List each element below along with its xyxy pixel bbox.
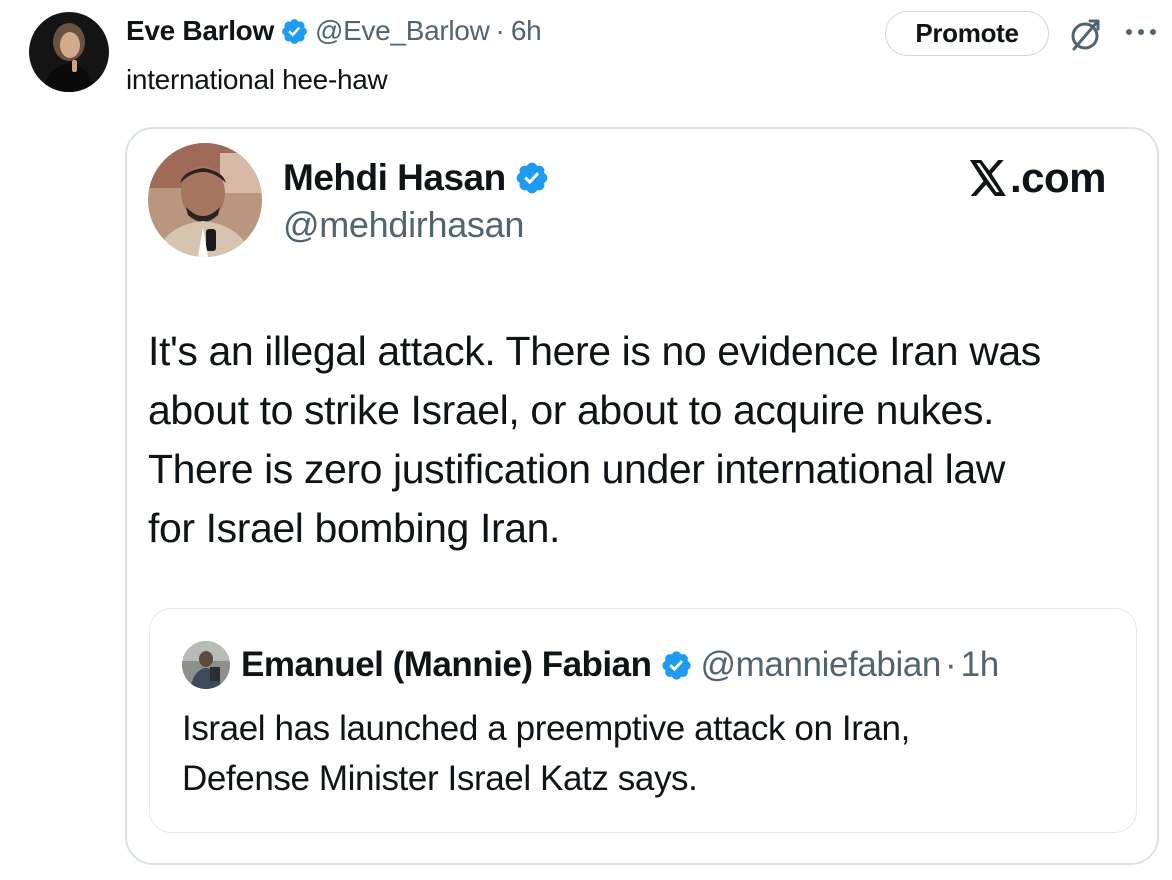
emanuel-fabian-avatar [182,641,230,689]
tweet-text-line: There is zero justification under intern… [148,446,1005,492]
verified-badge-icon [660,649,693,682]
tweet-text: international hee-haw [126,64,388,95]
screenshot-author-line: Mehdi Hasan [283,155,550,201]
brand-suffix: .com [1010,154,1107,201]
separator-dot: · [944,645,957,684]
quoted-author-line: Emanuel (Mannie) Fabian @manniefabian · … [241,642,999,688]
tweet-text-line: It's an illegal attack. There is no evid… [148,328,1041,374]
x-com-logo: .com [968,153,1107,203]
quoted-tweet-text: Israel has launched a preemptive attack … [182,704,910,804]
verified-badge-icon [280,17,309,46]
screenshot-author-handle: @mehdirhasan [283,204,525,245]
verified-badge-icon [514,160,550,196]
analytics-icon[interactable] [1066,16,1104,54]
quoted-text-line: Israel has launched a preemptive attack … [182,709,910,748]
tweet-timestamp[interactable]: 6h [511,15,542,47]
screenshot-tweet-text: It's an illegal attack. There is no evid… [148,322,1138,558]
author-name[interactable]: Eve Barlow [126,15,274,47]
author-handle[interactable]: @Eve_Barlow [315,15,490,47]
x-logo-icon [968,160,1008,196]
eve-barlow-avatar[interactable] [29,12,109,92]
quoted-author-handle: @manniefabian [700,645,942,684]
screenshot-author-name: Mehdi Hasan [283,157,506,198]
quoted-author-name: Emanuel (Mannie) Fabian [241,645,652,684]
quoted-timestamp: 1h [960,645,1000,684]
quoted-text-line: Defense Minister Israel Katz says. [182,759,698,798]
separator-dot: · [495,15,505,46]
more-options-icon[interactable] [1124,22,1158,42]
outer-tweet-header: Eve Barlow @Eve_Barlow · 6h [126,12,542,50]
tweet-text-line: for Israel bombing Iran. [148,505,560,551]
tweet-text-line: about to strike Israel, or about to acqu… [148,387,995,433]
mehdi-hasan-avatar [148,143,262,257]
promote-button[interactable]: Promote [885,11,1049,56]
